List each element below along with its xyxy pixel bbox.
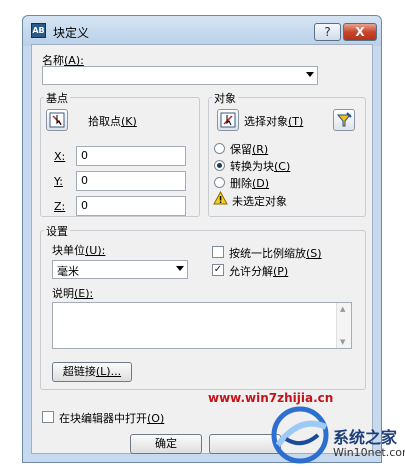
description-scrollbar[interactable]: ▲ ▼ (336, 303, 351, 348)
quick-select-button[interactable] (333, 109, 355, 131)
z-input[interactable]: 0 (76, 196, 186, 216)
convert-to-block-radio[interactable] (214, 160, 225, 171)
x-input[interactable]: 0 (76, 146, 186, 166)
ok-button[interactable]: 确定 (130, 434, 202, 454)
chevron-down-icon (176, 266, 184, 271)
pick-point-button[interactable] (46, 109, 68, 131)
description-textarea[interactable]: ▲ ▼ (52, 302, 352, 349)
block-unit-label: 块单位(U): (52, 244, 106, 257)
name-combobox[interactable] (42, 66, 318, 85)
convert-to-block-label: 转换为块(C) (230, 160, 291, 173)
y-label: Y: (54, 175, 63, 188)
no-objects-selected-text: 未选定对象 (232, 195, 287, 208)
site-logo-icon (271, 406, 329, 464)
pick-point-icon (49, 112, 65, 128)
settings-title: 设置 (44, 223, 70, 239)
chevron-down-icon (306, 72, 314, 77)
warning-icon (213, 191, 228, 205)
open-in-block-editor-checkbox[interactable] (42, 411, 54, 423)
allow-explode-checkbox[interactable]: ✓ (212, 264, 224, 276)
allow-explode-label: 允许分解(P) (229, 265, 289, 278)
description-label: 说明(E): (52, 287, 94, 300)
scroll-up-icon: ▲ (340, 305, 346, 313)
pick-point-label: 拾取点(K) (88, 115, 137, 128)
base-point-title: 基点 (44, 90, 70, 106)
hyperlink-button[interactable]: 超链接(L)... (52, 362, 132, 382)
x-label: X: (54, 150, 66, 163)
z-label: Z: (54, 200, 66, 213)
scale-uniformly-checkbox[interactable] (212, 246, 224, 258)
select-objects-button[interactable] (217, 109, 239, 131)
filter-icon (336, 112, 352, 127)
retain-radio[interactable] (214, 143, 225, 154)
help-button[interactable]: ? (314, 23, 341, 41)
scale-uniformly-label: 按统一比例缩放(S) (229, 247, 322, 260)
block-unit-select[interactable]: 毫米 (52, 260, 188, 279)
app-icon: AB (31, 23, 46, 38)
objects-title: 对象 (212, 90, 238, 106)
watermark-url: www.win7zhijia.cn (208, 391, 334, 405)
watermark-site: Win10net.com (333, 446, 405, 459)
select-objects-icon (220, 112, 236, 128)
y-input[interactable]: 0 (76, 171, 186, 191)
close-button[interactable]: X (343, 23, 377, 41)
select-objects-label: 选择对象(T) (244, 115, 304, 128)
delete-label: 删除(D) (230, 177, 270, 190)
delete-radio[interactable] (214, 177, 225, 188)
scroll-down-icon: ▼ (340, 338, 346, 346)
retain-label: 保留(R) (230, 143, 269, 156)
dialog-title: 块定义 (53, 26, 90, 40)
open-in-block-editor-label: 在块编辑器中打开(O) (59, 412, 165, 425)
watermark-brand: 系统之家 (333, 428, 398, 447)
title-bar: AB 块定义 ? X (23, 16, 381, 46)
